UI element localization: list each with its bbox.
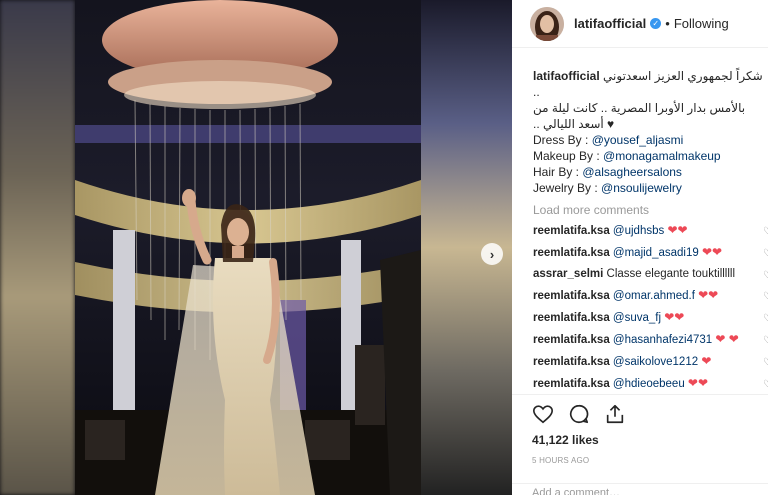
comment-username[interactable]: reemlatifa.ksa (533, 247, 610, 259)
comment-username[interactable]: reemlatifa.ksa (533, 334, 610, 346)
comment-item: reemlatifa.ksa @suva_fj ❤❤ ♡ (533, 309, 768, 326)
credit-handle-link[interactable]: @yousef_aljasmi (592, 133, 684, 147)
comments-section: latifaofficial شكراً لجمهوري العزيز اسعد… (512, 48, 768, 423)
comment-hearts: ❤❤ (664, 310, 685, 324)
comment-username[interactable]: reemlatifa.ksa (533, 290, 610, 302)
credit-line: Dress By : @yousef_aljasmi (533, 132, 768, 148)
load-more-comments-button[interactable]: Load more comments (533, 203, 768, 217)
credit-line: Jewelry By : @nsoulijewelry (533, 180, 768, 196)
post-details-panel: latifaofficial ✓ • Following latifaoffic… (512, 0, 768, 495)
comment-hearts: ❤ ❤ (715, 332, 739, 346)
credit-handle-link[interactable]: @alsagheersalons (582, 165, 682, 179)
post-photo[interactable] (75, 0, 421, 495)
comment-item: reemlatifa.ksa @majid_asadi19 ❤❤ ♡ (533, 244, 768, 261)
comment-hearts: ❤❤ (667, 223, 688, 237)
caption-text-line3: ♥ أسعد الليالي .. (533, 117, 615, 131)
action-icons (532, 395, 768, 429)
add-comment-input[interactable]: Add a comment… (512, 483, 768, 495)
comment-icon[interactable] (568, 403, 590, 425)
credit-label: Hair By : (533, 165, 583, 179)
post-caption: latifaofficial شكراً لجمهوري العزيز اسعد… (533, 68, 768, 132)
comment-username[interactable]: reemlatifa.ksa (533, 356, 610, 368)
like-comment-icon[interactable]: ♡ (763, 333, 768, 349)
comment-mention[interactable]: @hasanhafezi4731 (613, 334, 712, 346)
comment-mention[interactable]: @majid_asadi19 (613, 247, 699, 259)
comment-hearts: ❤❤ (698, 288, 719, 302)
like-comment-icon[interactable]: ♡ (763, 377, 768, 393)
likes-count[interactable]: 41,122 likes (532, 433, 768, 447)
comment-hearts: ❤❤ (701, 245, 723, 259)
comment-username[interactable]: reemlatifa.ksa (533, 225, 610, 237)
following-button[interactable]: Following (674, 16, 729, 31)
comment-mention[interactable]: @suva_fj (613, 312, 661, 324)
credit-line: Hair By : @alsagheersalons (533, 164, 768, 180)
comment-hearts: ❤❤ (687, 376, 709, 390)
comment-text: Classe elegante touktillllll (606, 268, 736, 280)
verified-badge-icon: ✓ (650, 18, 662, 29)
avatar-image (530, 6, 564, 41)
comment-item: reemlatifa.ksa @hasanhafezi4731 ❤ ❤ ♡ (533, 331, 768, 348)
like-comment-icon[interactable]: ♡ (763, 289, 768, 305)
caption-text-line2: بالأمس بدار الأوبرا المصرية .. كانت ليلة… (533, 101, 746, 115)
comment-item: assrar_selmi Classe elegante touktilllll… (533, 266, 768, 282)
credit-label: Makeup By : (533, 149, 604, 163)
post-username[interactable]: latifaofficial (574, 16, 646, 31)
like-comment-icon[interactable]: ♡ (763, 246, 768, 262)
next-photo-button[interactable]: › (481, 243, 503, 265)
credit-handle-link[interactable]: @nsoulijewelry (601, 181, 682, 195)
comment-username[interactable]: reemlatifa.ksa (533, 378, 610, 390)
caption-username[interactable]: latifaofficial (533, 69, 600, 83)
comment-username[interactable]: reemlatifa.ksa (533, 312, 610, 324)
comment-item: reemlatifa.ksa @omar.ahmed.f ❤❤ ♡ (533, 287, 768, 304)
comment-item: reemlatifa.ksa @saikolove1212 ❤ ♡ (533, 353, 768, 370)
heart-icon[interactable] (532, 403, 554, 425)
post-timestamp: 5 HOURS AGO (532, 456, 590, 465)
credit-line: Makeup By : @monagamalmakeup (533, 148, 768, 164)
share-icon[interactable] (604, 403, 626, 425)
chevron-right-icon: › (489, 246, 495, 262)
background-blur-left (0, 0, 75, 495)
comment-mention[interactable]: @saikolove1212 (613, 356, 698, 368)
comment-item: reemlatifa.ksa @hdieoebeeu ❤❤ ♡ (533, 375, 768, 392)
stage-photo-illustration (75, 0, 421, 495)
like-comment-icon[interactable]: ♡ (763, 268, 768, 284)
comment-mention[interactable]: @hdieoebeeu (613, 378, 685, 390)
like-comment-icon[interactable]: ♡ (763, 311, 768, 327)
credit-label: Jewelry By : (533, 181, 602, 195)
credit-handle-link[interactable]: @monagamalmakeup (603, 149, 721, 163)
comment-username[interactable]: assrar_selmi (533, 268, 603, 280)
like-comment-icon[interactable]: ♡ (763, 224, 768, 240)
post-header: latifaofficial ✓ • Following (512, 0, 768, 48)
post-actions: 41,122 likes 5 HOURS AGO (512, 394, 768, 465)
comment-mention[interactable]: @omar.ahmed.f (613, 290, 695, 302)
comment-item: reemlatifa.ksa @ujdhsbs ❤❤ ♡ (533, 222, 768, 239)
like-comment-icon[interactable]: ♡ (763, 355, 768, 371)
credit-label: Dress By : (533, 133, 592, 147)
separator-dot: • (665, 16, 670, 31)
comment-mention[interactable]: @ujdhsbs (613, 225, 664, 237)
comment-hearts: ❤ (701, 354, 712, 368)
avatar[interactable] (530, 6, 564, 41)
